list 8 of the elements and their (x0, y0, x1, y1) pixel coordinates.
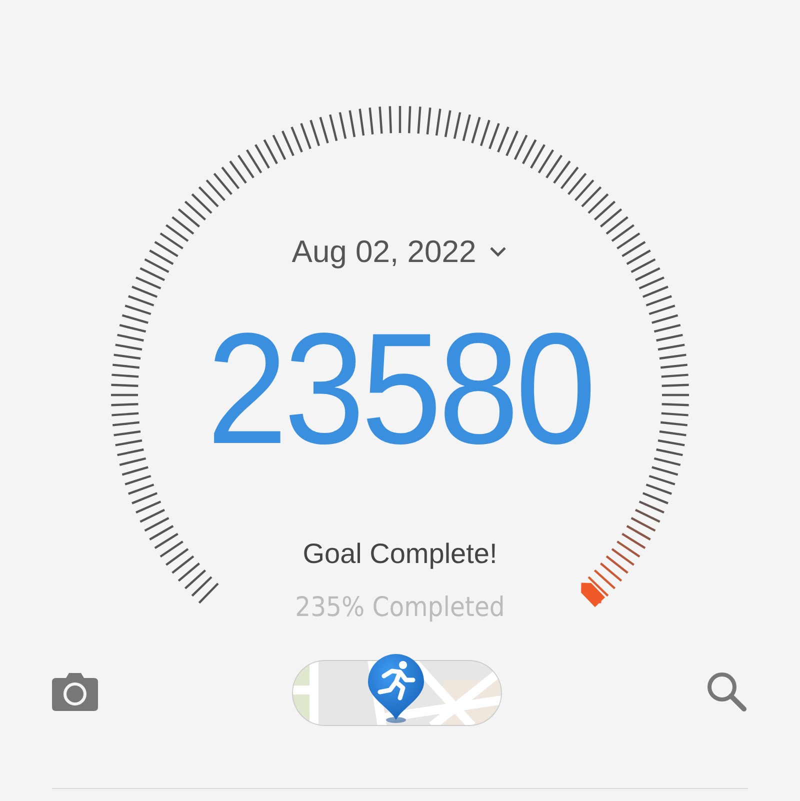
date-selector[interactable]: Aug 02, 2022 (292, 234, 508, 270)
chevron-down-icon (488, 246, 508, 258)
camera-icon[interactable] (52, 672, 98, 714)
step-count: 23580 (207, 310, 593, 468)
running-location-pin-icon[interactable] (366, 652, 426, 724)
completion-percent: 235% Completed (295, 592, 505, 623)
gauge-marker (581, 582, 606, 608)
goal-message: Goal Complete! (302, 538, 498, 570)
